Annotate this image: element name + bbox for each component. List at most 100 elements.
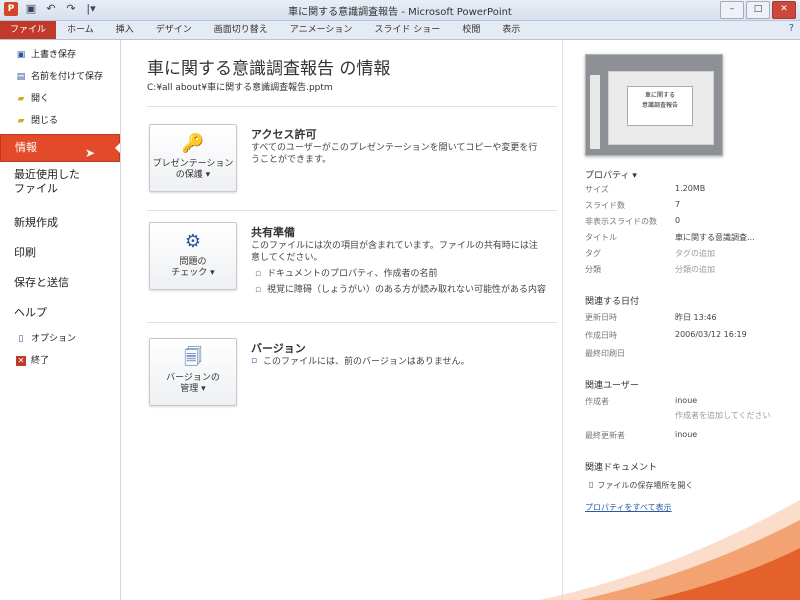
prop-key: 非表示スライドの数 [585, 217, 657, 226]
tab-animations[interactable]: アニメーション [279, 21, 364, 39]
people-row: 作成者を追加してください [585, 410, 795, 421]
window-title: 車に関する意識調査報告 - Microsoft PowerPoint [288, 7, 512, 18]
slide-thumbnail: 車に関する 意識調査報告 [585, 54, 723, 156]
add-tag-field[interactable]: タグの追加 [675, 248, 715, 259]
backstage-nav: ▣ 上書き保存 ▤ 名前を付けて保存 ▰ 開く ▰ 閉じる 情報 ➤ 最近使用し… [0, 40, 121, 600]
versions-icon: 🗐 [184, 347, 202, 368]
folder-open-icon: ▰ [17, 94, 25, 104]
lock-key-icon: 🔑 [181, 133, 205, 154]
people-key: 作成者 [585, 397, 609, 406]
minimize-button[interactable]: – [720, 1, 744, 19]
people-row: 作成者 inoue [585, 396, 795, 407]
permissions-section: 🔑 プレゼンテーション の保護 ▾ アクセス許可 すべてのユーザーがこのプレゼン… [147, 124, 557, 204]
nav-exit[interactable]: ✕ 終了 [0, 350, 120, 372]
properties-header[interactable]: プロパティ ▾ [585, 168, 637, 181]
save-as-icon: ▤ [16, 72, 26, 82]
thumbnail-slide: 車に関する 意識調査報告 [608, 71, 714, 145]
nav-close-label: 閉じる [31, 116, 59, 126]
permissions-title: アクセス許可 [251, 128, 317, 141]
thumbnail-title: 車に関する 意識調査報告 [627, 86, 693, 126]
prop-row: タイトル 車に関する意識調査... [585, 232, 795, 243]
ribbon-tabs: ファイル ホーム 挿入 デザイン 画面切り替え アニメーション スライド ショー… [0, 21, 800, 40]
prop-key: 分類 [585, 265, 601, 274]
nav-close[interactable]: ▰ 閉じる [0, 110, 120, 132]
prop-row: タグ タグの追加 [585, 248, 795, 259]
protect-presentation-button[interactable]: 🔑 プレゼンテーション の保護 ▾ [149, 124, 237, 192]
prepare-desc: このファイルには次の項目が含まれています。ファイルの共有時には注意してください。 [251, 241, 538, 263]
tab-slideshow[interactable]: スライド ショー [363, 21, 451, 39]
date-value: 2006/03/12 16:19 [675, 330, 747, 339]
prop-row: サイズ 1.20MB [585, 184, 795, 195]
date-row: 更新日時 昨日 13:46 [585, 312, 795, 323]
page-title: 車に関する意識調査報告 の情報 [147, 59, 391, 79]
date-row: 最終印刷日 [585, 348, 795, 359]
last-modified-by-value[interactable]: inoue [675, 430, 697, 441]
tab-design[interactable]: デザイン [145, 21, 203, 39]
versions-title: バージョン [251, 342, 306, 355]
nav-open[interactable]: ▰ 開く [0, 88, 120, 110]
prop-value: 7 [675, 200, 681, 209]
check-issues-button[interactable]: ⚙ 問題の チェック ▾ [149, 222, 237, 290]
divider [147, 106, 557, 107]
people-row: 最終更新者 inoue [585, 430, 795, 441]
people-header: 関連ユーザー [585, 381, 639, 391]
author-value[interactable]: inoue [675, 396, 697, 407]
prop-row: 非表示スライドの数 0 [585, 216, 795, 227]
tab-file[interactable]: ファイル [0, 21, 57, 39]
tab-home[interactable]: ホーム [56, 21, 105, 39]
nav-save-label: 上書き保存 [31, 50, 77, 60]
prop-key: スライド数 [585, 201, 625, 210]
nav-recent[interactable]: 最近使用した ファイル [0, 164, 120, 208]
documents-header: 関連ドキュメント [585, 463, 658, 473]
nav-save-as-label: 名前を付けて保存 [31, 72, 104, 82]
nav-info-label: 情報 [15, 141, 37, 154]
nav-send-save[interactable]: 保存と送信 [0, 268, 120, 298]
dates-header: 関連する日付 [585, 297, 640, 307]
tab-view[interactable]: 表示 [491, 21, 531, 39]
prop-key: タイトル [585, 233, 617, 242]
divider [147, 322, 557, 323]
divider [147, 210, 557, 211]
list-item: ドキュメントのプロパティ、作成者の名前 [255, 268, 547, 280]
tab-review[interactable]: 校閲 [451, 21, 491, 39]
nav-print[interactable]: 印刷 [0, 238, 120, 268]
file-path: C:¥all about¥車に関する意識調査報告.pptm [147, 83, 333, 93]
date-row: 作成日時 2006/03/12 16:19 [585, 330, 795, 341]
nav-options[interactable]: ▯ オプション [0, 328, 120, 350]
add-category-field[interactable]: 分類の追加 [675, 264, 715, 275]
nav-save[interactable]: ▣ 上書き保存 [0, 44, 120, 66]
close-button[interactable]: ✕ [772, 1, 796, 19]
nav-info[interactable]: 情報 ➤ [0, 134, 120, 162]
date-key: 更新日時 [585, 313, 617, 322]
prop-value: 0 [675, 216, 681, 225]
nav-help[interactable]: ヘルプ [0, 298, 120, 328]
window-controls: – □ ✕ [720, 1, 796, 19]
prop-value: 1.20MB [675, 184, 706, 193]
title-bar: P ▣ ↶ ↷ |▾ 車に関する意識調査報告 - Microsoft Power… [0, 0, 800, 21]
add-author-field[interactable]: 作成者を追加してください [675, 410, 771, 421]
help-icon[interactable]: ? [789, 23, 794, 34]
nav-new[interactable]: 新規作成 [0, 208, 120, 238]
date-key: 最終印刷日 [585, 349, 625, 358]
people-key: 最終更新者 [585, 431, 625, 440]
versions-button-label: バージョンの 管理 ▾ [166, 373, 220, 394]
prop-key: タグ [585, 249, 601, 258]
decorative-swoosh [540, 500, 800, 600]
maximize-button[interactable]: □ [746, 1, 770, 19]
date-key: 作成日時 [585, 331, 617, 340]
tab-insert[interactable]: 挿入 [105, 21, 145, 39]
tab-transitions[interactable]: 画面切り替え [203, 21, 279, 39]
options-icon: ▯ [18, 334, 24, 344]
prop-title-value[interactable]: 車に関する意識調査... [675, 232, 755, 243]
manage-versions-button[interactable]: 🗐 バージョンの 管理 ▾ [149, 338, 237, 406]
folder-close-icon: ▰ [17, 116, 25, 126]
prop-key: サイズ [585, 185, 609, 194]
inspect-document-icon: ⚙ [184, 231, 202, 252]
versions-section: 🗐 バージョンの 管理 ▾ バージョン このファイルには、前のバージョンはありま… [147, 338, 557, 418]
prop-row: スライド数 7 [585, 200, 795, 211]
prop-row: 分類 分類の追加 [585, 264, 795, 275]
nav-save-as[interactable]: ▤ 名前を付けて保存 [0, 66, 120, 88]
prepare-section: ⚙ 問題の チェック ▾ 共有準備 このファイルには次の項目が含まれています。フ… [147, 222, 557, 332]
info-main: 車に関する意識調査報告 の情報 C:¥all about¥車に関する意識調査報告… [121, 40, 561, 600]
exit-icon: ✕ [16, 356, 26, 366]
